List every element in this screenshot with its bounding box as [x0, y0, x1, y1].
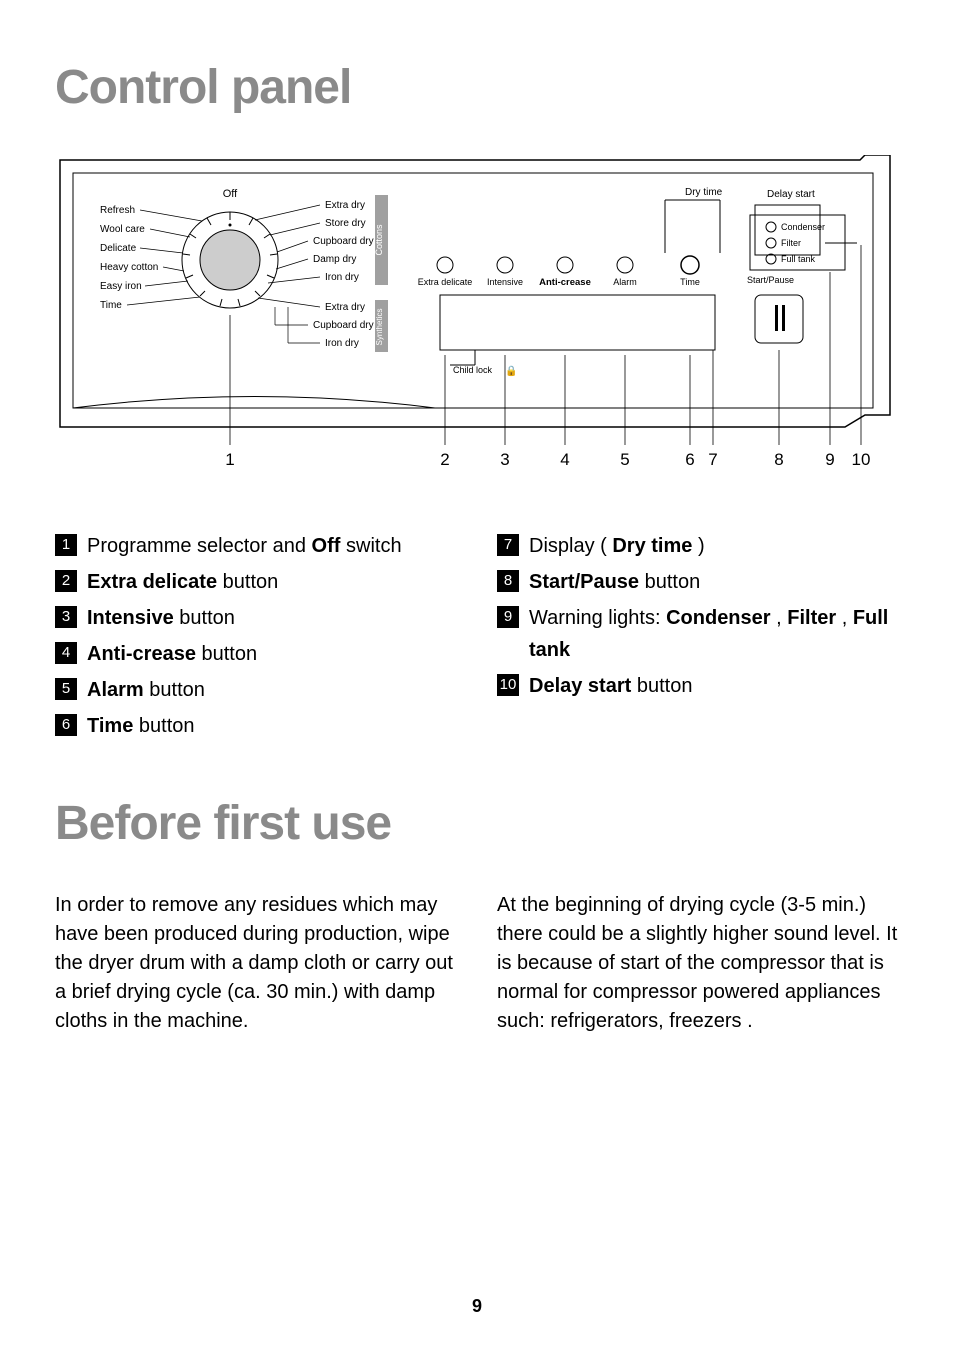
heading-before-first-use: Before first use	[55, 796, 899, 851]
group-cottons: Cottons	[374, 224, 384, 256]
legend-text: Display ( Dry time )	[529, 530, 899, 562]
light-fulltank: Full tank	[781, 254, 816, 264]
svg-text:🔒: 🔒	[505, 365, 517, 377]
dial-opt-refresh: Refresh	[100, 205, 135, 216]
callout-5: 5	[620, 450, 629, 469]
body-right: At the beginning of drying cycle (3-5 mi…	[497, 891, 899, 1036]
legend-number: 7	[497, 534, 519, 556]
legend: 1 Programme selector and Off switch 2 Extra…	[55, 530, 899, 746]
legend-text: Alarm button	[87, 674, 457, 706]
dial-opt-store-dry: Store dry	[325, 218, 366, 229]
btn-time: Time	[680, 277, 700, 287]
legend-number: 5	[55, 678, 77, 700]
body-left: In order to remove any residues which ma…	[55, 891, 457, 1036]
legend-row: 3 Intensive button	[55, 602, 457, 634]
callout-9: 9	[825, 450, 834, 469]
dial-opt-iron-dry: Iron dry	[325, 272, 359, 283]
callout-3: 3	[500, 450, 509, 469]
legend-row: 9 Warning lights: Condenser , Filter , Fu…	[497, 602, 899, 666]
legend-row: 2 Extra delicate button	[55, 566, 457, 598]
callout-6: 6	[685, 450, 694, 469]
dial-opt-heavycotton: Heavy cotton	[100, 262, 158, 273]
legend-text: Anti-crease button	[87, 638, 457, 670]
light-filter: Filter	[781, 238, 801, 248]
legend-number: 2	[55, 570, 77, 592]
callout-4: 4	[560, 450, 569, 469]
legend-number: 4	[55, 642, 77, 664]
legend-text: Programme selector and Off switch	[87, 530, 457, 562]
dial-opt-time: Time	[100, 300, 122, 311]
legend-number: 1	[55, 534, 77, 556]
legend-row: 1 Programme selector and Off switch	[55, 530, 457, 562]
hdr-delay-start: Delay start	[767, 189, 815, 200]
legend-row: 10 Delay start button	[497, 670, 899, 702]
legend-number: 10	[497, 674, 519, 696]
legend-row: 4 Anti-crease button	[55, 638, 457, 670]
legend-text: Extra delicate button	[87, 566, 457, 598]
legend-row: 8 Start/Pause button	[497, 566, 899, 598]
dial-off-label: Off	[223, 188, 238, 200]
btn-intensive: Intensive	[487, 277, 523, 287]
dial-opt-syn-iron: Iron dry	[325, 338, 359, 349]
page-number: 9	[0, 1296, 954, 1317]
btn-extra-delicate: Extra delicate	[418, 277, 473, 287]
group-synthetics: Synthetics	[375, 309, 384, 346]
legend-text: Intensive button	[87, 602, 457, 634]
control-panel-diagram: Off Refresh Wool care Delicate Heavy cot…	[55, 155, 899, 475]
hdr-dry-time: Dry time	[685, 187, 723, 198]
btn-start-pause: Start/Pause	[747, 275, 794, 285]
legend-number: 3	[55, 606, 77, 628]
dial-opt-syn-extra: Extra dry	[325, 302, 365, 313]
dial-opt-syn-cupboard: Cupboard dry	[313, 320, 374, 331]
legend-row: 5 Alarm button	[55, 674, 457, 706]
legend-number: 6	[55, 714, 77, 736]
legend-row: 7 Display ( Dry time )	[497, 530, 899, 562]
btn-alarm: Alarm	[613, 277, 637, 287]
btn-anti-crease: Anti-crease	[539, 277, 591, 288]
dial-opt-easyiron: Easy iron	[100, 281, 142, 292]
light-condenser: Condenser	[781, 222, 825, 232]
legend-text: Warning lights: Condenser , Filter , Ful…	[529, 602, 899, 666]
legend-text: Delay start button	[529, 670, 899, 702]
callout-7: 7	[708, 450, 717, 469]
dial-opt-extra-dry: Extra dry	[325, 200, 365, 211]
dial-opt-woolcare: Wool care	[100, 224, 145, 235]
legend-row: 6 Time button	[55, 710, 457, 742]
callout-2: 2	[440, 450, 449, 469]
legend-text: Start/Pause button	[529, 566, 899, 598]
callout-10: 10	[852, 450, 871, 469]
legend-text: Time button	[87, 710, 457, 742]
heading-control-panel: Control panel	[55, 60, 899, 115]
child-lock-label: Child lock	[453, 365, 493, 375]
dial-opt-cupboard-dry: Cupboard dry	[313, 236, 374, 247]
callout-8: 8	[774, 450, 783, 469]
dial-opt-delicate: Delicate	[100, 243, 137, 254]
callout-1: 1	[225, 450, 234, 469]
legend-number: 9	[497, 606, 519, 628]
legend-number: 8	[497, 570, 519, 592]
dial-opt-damp-dry: Damp dry	[313, 254, 356, 265]
